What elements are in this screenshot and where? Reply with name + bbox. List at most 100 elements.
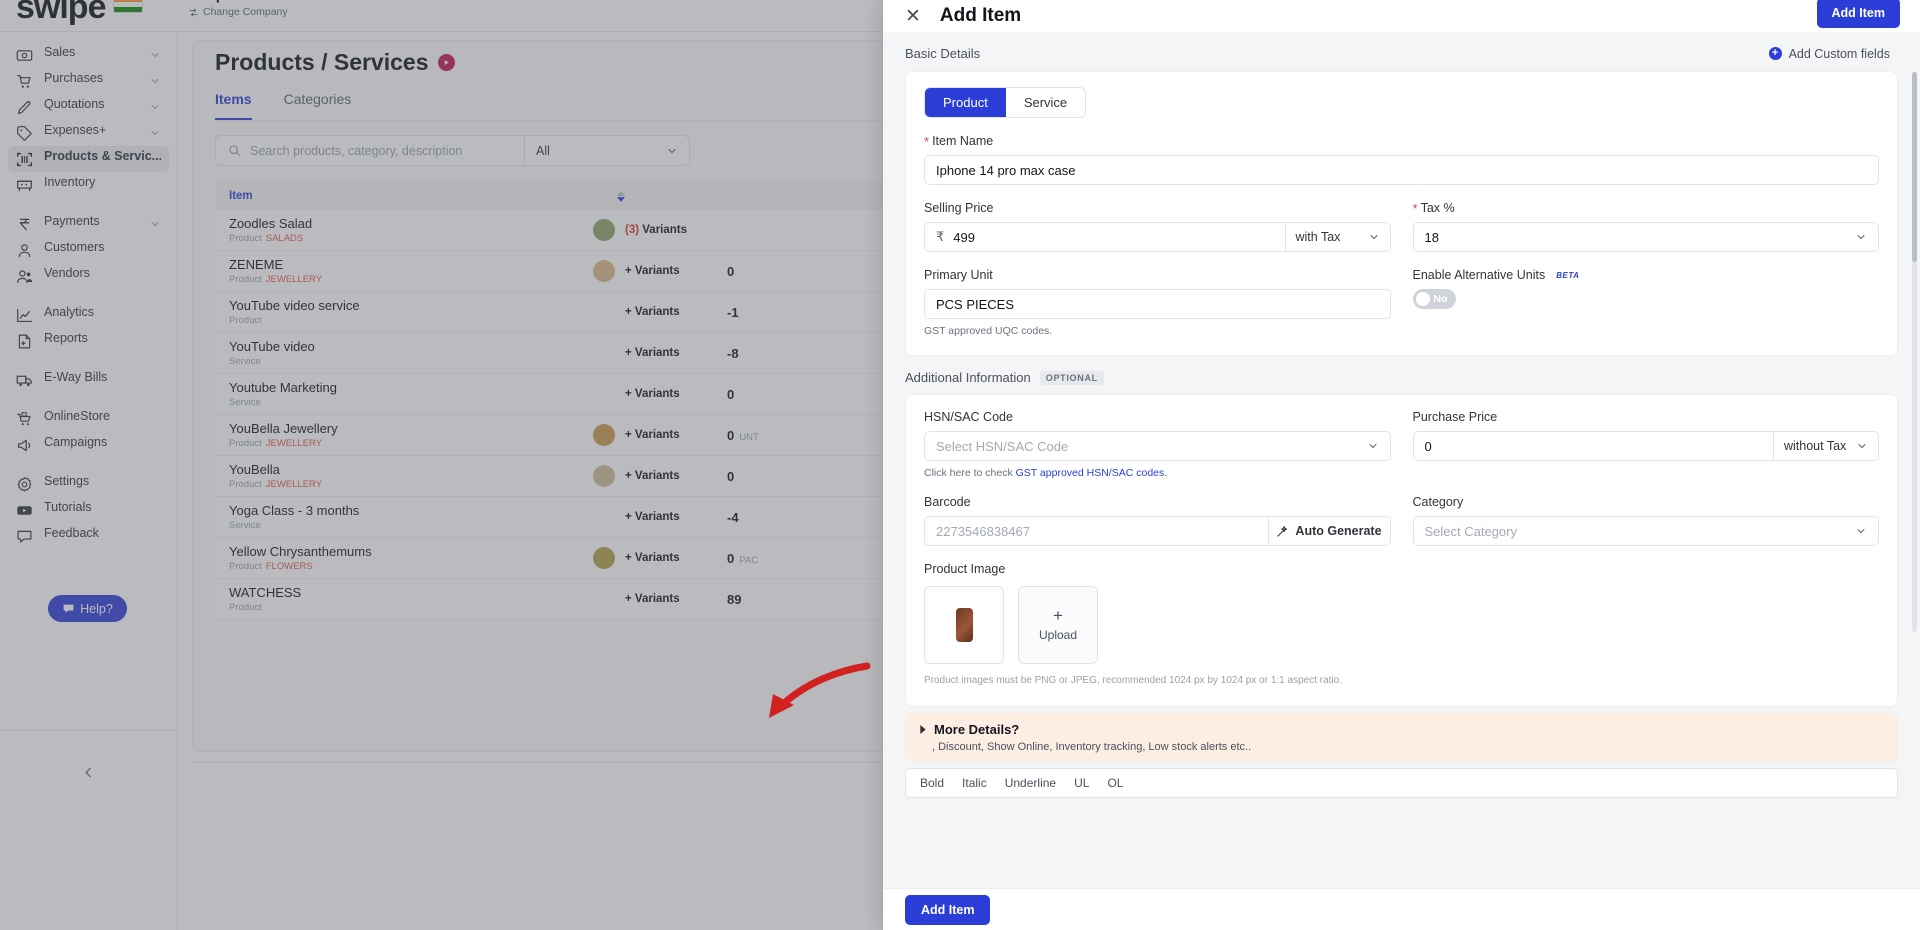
upload-label: Upload	[1038, 627, 1078, 642]
required-asterisk: *	[924, 133, 930, 149]
alternative-units-group: Enable Alternative Units BETA No	[1412, 268, 1880, 337]
required-asterisk: *	[1412, 200, 1418, 216]
add-custom-fields-label: Add Custom fields	[1788, 46, 1890, 61]
tax-percent-dropdown[interactable]: 18	[1412, 222, 1879, 252]
tax-percent-group: * Tax % 18	[1412, 200, 1879, 252]
purchase-price-group: Purchase Price 0 without Tax	[1412, 410, 1879, 479]
more-details-banner[interactable]: More Details? , Discount, Show Online, I…	[905, 713, 1898, 762]
drawer-title: Add Item	[939, 5, 1022, 26]
basic-details-card: Product Service * Item Name Iphone 14 pr…	[905, 71, 1898, 356]
drawer-footer: Add Item	[883, 888, 1920, 930]
tax-percent-value: 18	[1424, 229, 1439, 245]
alternative-units-toggle[interactable]: No	[1412, 289, 1456, 309]
item-name-label-text: Item Name	[932, 134, 994, 148]
app-root: swipe Swipe Demo Change Company Sales	[0, 0, 1920, 930]
category-placeholder: Select Category	[1424, 523, 1518, 539]
purchase-tax-mode-dropdown[interactable]: without Tax	[1774, 431, 1879, 461]
toggle-state-label: No	[1433, 293, 1448, 305]
primary-unit-field[interactable]: PCS PIECES	[924, 289, 1391, 319]
product-image-row: + Upload	[924, 586, 1879, 664]
product-image-label: Product Image	[924, 562, 1006, 576]
upload-image-button[interactable]: + Upload	[1018, 586, 1098, 664]
selling-price-value: 499	[953, 229, 975, 245]
magic-wand-icon	[1277, 525, 1288, 537]
alternative-units-label-text: Enable Alternative Units	[1412, 268, 1546, 282]
bold-button[interactable]: Bold	[920, 776, 944, 790]
primary-unit-hint: GST approved UQC codes.	[924, 325, 1053, 337]
product-image-note: Product images must be PNG or JPEG, reco…	[924, 675, 1342, 686]
plus-icon: +	[1053, 605, 1063, 625]
type-product-option[interactable]: Product	[925, 88, 1006, 117]
tax-percent-label-text: Tax %	[1420, 201, 1455, 215]
unit-row: Primary Unit PCS PIECES GST approved UQC…	[924, 268, 1879, 337]
purchase-tax-mode-value: without Tax	[1784, 439, 1847, 453]
triangle-right-icon	[920, 725, 926, 734]
chevron-down-icon	[1369, 234, 1378, 240]
selling-price-group: Selling Price ₹ 499 with Tax	[924, 201, 1391, 252]
drawer-header: ✕ Add Item Add Item	[883, 0, 1920, 32]
price-tax-row: Selling Price ₹ 499 with Tax * Tax % 18	[924, 201, 1879, 252]
hsn-dropdown[interactable]: Select HSN/SAC Code	[924, 431, 1391, 461]
drawer-scrollbar[interactable]	[1912, 72, 1917, 632]
hsn-hint-link[interactable]: GST approved HSN/SAC codes.	[1016, 467, 1168, 479]
italic-button[interactable]: Italic	[962, 776, 987, 790]
barcode-input-group: 2273546838467 Auto Generate	[924, 516, 1391, 546]
selling-price-input-group: ₹ 499 with Tax	[924, 222, 1391, 252]
basic-details-title: Basic Details	[905, 46, 981, 61]
category-group: Category Select Category	[1412, 495, 1879, 546]
item-name-field[interactable]: Iphone 14 pro max case	[924, 155, 1879, 185]
item-name-group: * Item Name Iphone 14 pro max case	[924, 134, 1879, 185]
unordered-list-button[interactable]: UL	[1074, 776, 1089, 790]
hsn-hint-pre: Click here to check	[924, 467, 1013, 479]
type-service-option[interactable]: Service	[1006, 88, 1085, 117]
hsn-group: HSN/SAC Code Select HSN/SAC Code Click h…	[924, 410, 1391, 479]
item-type-segmented-control[interactable]: Product Service	[924, 87, 1087, 118]
primary-unit-label: Primary Unit	[924, 268, 993, 282]
hsn-label: HSN/SAC Code	[924, 410, 1013, 424]
purchase-price-input-group: 0 without Tax	[1412, 431, 1879, 461]
auto-generate-button[interactable]: Auto Generate	[1268, 516, 1391, 546]
item-name-label: * Item Name	[924, 134, 1879, 148]
auto-generate-label: Auto Generate	[1295, 524, 1382, 538]
selling-price-label: Selling Price	[924, 201, 994, 215]
barcode-field[interactable]: 2273546838467	[924, 516, 1269, 546]
category-dropdown[interactable]: Select Category	[1412, 516, 1879, 546]
product-image-group: Product Image + Upload Product images mu…	[924, 562, 1879, 688]
purchase-price-label: Purchase Price	[1412, 410, 1498, 424]
footer-add-item-button[interactable]: Add Item	[905, 894, 991, 925]
barcode-category-row: Barcode 2273546838467 Auto Generate Cate…	[924, 495, 1879, 546]
basic-details-header: Basic Details + Add Custom fields	[883, 32, 1920, 71]
chevron-down-icon	[1857, 528, 1865, 534]
tax-mode-value: with Tax	[1295, 230, 1341, 244]
hsn-hint: Click here to check GST approved HSN/SAC…	[924, 467, 1391, 479]
underline-button[interactable]: Underline	[1005, 776, 1056, 790]
close-icon[interactable]: ✕	[905, 7, 921, 26]
header-add-item-button[interactable]: Add Item	[1816, 0, 1900, 28]
add-item-drawer: ✕ Add Item Add Item Basic Details + Add …	[883, 0, 1920, 930]
barcode-group: Barcode 2273546838467 Auto Generate	[924, 495, 1391, 546]
more-details-title: More Details?	[919, 722, 1884, 737]
product-image-thumbnail[interactable]	[924, 586, 1004, 664]
barcode-label: Barcode	[924, 495, 971, 509]
phone-case-image	[955, 608, 973, 642]
additional-information-card: HSN/SAC Code Select HSN/SAC Code Click h…	[905, 394, 1898, 707]
category-label: Category	[1412, 495, 1464, 509]
ordered-list-button[interactable]: OL	[1107, 776, 1123, 790]
chevron-down-icon	[1857, 234, 1865, 240]
rich-text-format-toolbar: Bold Italic Underline UL OL	[905, 768, 1898, 798]
add-custom-fields-button[interactable]: + Add Custom fields	[1768, 46, 1890, 61]
alternative-units-label: Enable Alternative Units BETA	[1413, 268, 1880, 282]
additional-information-title: Additional Information	[905, 370, 1031, 385]
tax-mode-dropdown[interactable]: with Tax	[1285, 222, 1391, 252]
plus-icon: +	[1768, 47, 1782, 60]
scrollbar-thumb[interactable]	[1912, 72, 1917, 262]
purchase-price-field[interactable]: 0	[1412, 431, 1774, 461]
hsn-placeholder: Select HSN/SAC Code	[936, 438, 1069, 454]
optional-badge: OPTIONAL	[1039, 370, 1104, 385]
additional-information-header: Additional Information OPTIONAL	[883, 356, 1920, 394]
more-details-title-text: More Details?	[934, 722, 1020, 737]
selling-price-field[interactable]: ₹ 499	[924, 222, 1286, 252]
toggle-knob	[1415, 292, 1430, 306]
primary-unit-group: Primary Unit PCS PIECES GST approved UQC…	[924, 268, 1391, 337]
drawer-body[interactable]: Basic Details + Add Custom fields Produc…	[883, 32, 1920, 888]
